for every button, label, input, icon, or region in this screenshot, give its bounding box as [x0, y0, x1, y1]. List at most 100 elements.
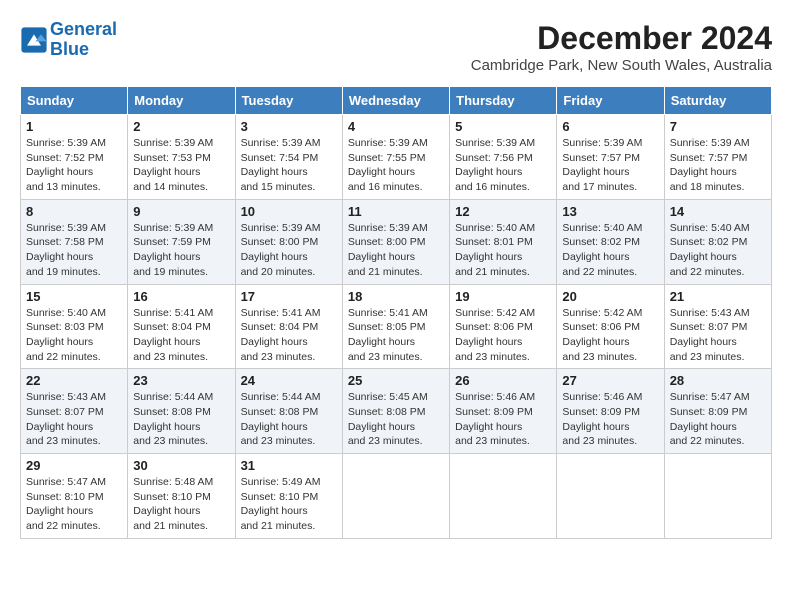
calendar-cell: 13 Sunrise: 5:40 AM Sunset: 8:02 PM Dayl… [557, 199, 664, 284]
day-number: 14 [670, 204, 766, 219]
calendar-cell: 20 Sunrise: 5:42 AM Sunset: 8:06 PM Dayl… [557, 284, 664, 369]
logo-line1: General [50, 19, 117, 39]
day-number: 27 [562, 373, 658, 388]
header-wednesday: Wednesday [342, 87, 449, 115]
top-bar: General Blue December 2024 Cambridge Par… [20, 20, 772, 78]
day-number: 12 [455, 204, 551, 219]
day-number: 2 [133, 119, 229, 134]
calendar-cell: 22 Sunrise: 5:43 AM Sunset: 8:07 PM Dayl… [21, 369, 128, 454]
header-monday: Monday [128, 87, 235, 115]
day-info: Sunrise: 5:47 AM Sunset: 8:10 PM Dayligh… [26, 475, 122, 534]
calendar-cell: 16 Sunrise: 5:41 AM Sunset: 8:04 PM Dayl… [128, 284, 235, 369]
calendar-cell: 19 Sunrise: 5:42 AM Sunset: 8:06 PM Dayl… [450, 284, 557, 369]
day-info: Sunrise: 5:45 AM Sunset: 8:08 PM Dayligh… [348, 390, 444, 449]
calendar-cell [450, 454, 557, 539]
calendar-cell: 2 Sunrise: 5:39 AM Sunset: 7:53 PM Dayli… [128, 115, 235, 200]
calendar-cell: 10 Sunrise: 5:39 AM Sunset: 8:00 PM Dayl… [235, 199, 342, 284]
day-number: 29 [26, 458, 122, 473]
day-info: Sunrise: 5:39 AM Sunset: 7:57 PM Dayligh… [562, 136, 658, 195]
calendar-cell: 18 Sunrise: 5:41 AM Sunset: 8:05 PM Dayl… [342, 284, 449, 369]
week-row-2: 8 Sunrise: 5:39 AM Sunset: 7:58 PM Dayli… [21, 199, 772, 284]
day-info: Sunrise: 5:46 AM Sunset: 8:09 PM Dayligh… [562, 390, 658, 449]
day-info: Sunrise: 5:39 AM Sunset: 7:54 PM Dayligh… [241, 136, 337, 195]
day-number: 11 [348, 204, 444, 219]
day-number: 24 [241, 373, 337, 388]
day-number: 25 [348, 373, 444, 388]
day-info: Sunrise: 5:39 AM Sunset: 7:53 PM Dayligh… [133, 136, 229, 195]
day-number: 28 [670, 373, 766, 388]
calendar-cell: 15 Sunrise: 5:40 AM Sunset: 8:03 PM Dayl… [21, 284, 128, 369]
logo-line2: Blue [50, 39, 89, 59]
calendar-cell: 11 Sunrise: 5:39 AM Sunset: 8:00 PM Dayl… [342, 199, 449, 284]
day-info: Sunrise: 5:46 AM Sunset: 8:09 PM Dayligh… [455, 390, 551, 449]
day-info: Sunrise: 5:39 AM Sunset: 7:58 PM Dayligh… [26, 221, 122, 280]
calendar-cell: 9 Sunrise: 5:39 AM Sunset: 7:59 PM Dayli… [128, 199, 235, 284]
week-row-1: 1 Sunrise: 5:39 AM Sunset: 7:52 PM Dayli… [21, 115, 772, 200]
calendar-cell: 5 Sunrise: 5:39 AM Sunset: 7:56 PM Dayli… [450, 115, 557, 200]
day-number: 18 [348, 289, 444, 304]
title-section: December 2024 Cambridge Park, New South … [471, 20, 772, 74]
day-number: 21 [670, 289, 766, 304]
header-friday: Friday [557, 87, 664, 115]
day-number: 5 [455, 119, 551, 134]
day-number: 23 [133, 373, 229, 388]
day-info: Sunrise: 5:43 AM Sunset: 8:07 PM Dayligh… [26, 390, 122, 449]
day-info: Sunrise: 5:39 AM Sunset: 7:52 PM Dayligh… [26, 136, 122, 195]
day-info: Sunrise: 5:41 AM Sunset: 8:04 PM Dayligh… [133, 306, 229, 365]
calendar-cell: 28 Sunrise: 5:47 AM Sunset: 8:09 PM Dayl… [664, 369, 771, 454]
calendar-cell [664, 454, 771, 539]
day-info: Sunrise: 5:39 AM Sunset: 7:59 PM Dayligh… [133, 221, 229, 280]
calendar-cell: 1 Sunrise: 5:39 AM Sunset: 7:52 PM Dayli… [21, 115, 128, 200]
logo: General Blue [20, 20, 117, 60]
day-number: 8 [26, 204, 122, 219]
day-number: 6 [562, 119, 658, 134]
day-number: 30 [133, 458, 229, 473]
day-info: Sunrise: 5:49 AM Sunset: 8:10 PM Dayligh… [241, 475, 337, 534]
day-number: 19 [455, 289, 551, 304]
day-number: 3 [241, 119, 337, 134]
day-info: Sunrise: 5:39 AM Sunset: 7:55 PM Dayligh… [348, 136, 444, 195]
calendar-table: Sunday Monday Tuesday Wednesday Thursday… [20, 86, 772, 539]
day-number: 9 [133, 204, 229, 219]
calendar-cell: 29 Sunrise: 5:47 AM Sunset: 8:10 PM Dayl… [21, 454, 128, 539]
day-info: Sunrise: 5:39 AM Sunset: 7:56 PM Dayligh… [455, 136, 551, 195]
day-info: Sunrise: 5:43 AM Sunset: 8:07 PM Dayligh… [670, 306, 766, 365]
day-number: 1 [26, 119, 122, 134]
calendar-cell [557, 454, 664, 539]
day-info: Sunrise: 5:41 AM Sunset: 8:05 PM Dayligh… [348, 306, 444, 365]
logo-icon [20, 26, 48, 54]
day-info: Sunrise: 5:40 AM Sunset: 8:02 PM Dayligh… [562, 221, 658, 280]
week-row-3: 15 Sunrise: 5:40 AM Sunset: 8:03 PM Dayl… [21, 284, 772, 369]
calendar-cell: 21 Sunrise: 5:43 AM Sunset: 8:07 PM Dayl… [664, 284, 771, 369]
day-number: 31 [241, 458, 337, 473]
day-info: Sunrise: 5:40 AM Sunset: 8:01 PM Dayligh… [455, 221, 551, 280]
calendar-cell: 12 Sunrise: 5:40 AM Sunset: 8:01 PM Dayl… [450, 199, 557, 284]
day-number: 17 [241, 289, 337, 304]
day-info: Sunrise: 5:39 AM Sunset: 7:57 PM Dayligh… [670, 136, 766, 195]
subtitle: Cambridge Park, New South Wales, Austral… [471, 57, 772, 74]
day-info: Sunrise: 5:42 AM Sunset: 8:06 PM Dayligh… [455, 306, 551, 365]
day-number: 20 [562, 289, 658, 304]
header-thursday: Thursday [450, 87, 557, 115]
day-info: Sunrise: 5:44 AM Sunset: 8:08 PM Dayligh… [241, 390, 337, 449]
day-number: 15 [26, 289, 122, 304]
day-number: 26 [455, 373, 551, 388]
calendar-cell: 8 Sunrise: 5:39 AM Sunset: 7:58 PM Dayli… [21, 199, 128, 284]
weekday-header-row: Sunday Monday Tuesday Wednesday Thursday… [21, 87, 772, 115]
calendar-cell: 3 Sunrise: 5:39 AM Sunset: 7:54 PM Dayli… [235, 115, 342, 200]
day-info: Sunrise: 5:40 AM Sunset: 8:02 PM Dayligh… [670, 221, 766, 280]
calendar-cell: 31 Sunrise: 5:49 AM Sunset: 8:10 PM Dayl… [235, 454, 342, 539]
header-sunday: Sunday [21, 87, 128, 115]
day-info: Sunrise: 5:44 AM Sunset: 8:08 PM Dayligh… [133, 390, 229, 449]
header-tuesday: Tuesday [235, 87, 342, 115]
day-number: 10 [241, 204, 337, 219]
day-number: 4 [348, 119, 444, 134]
day-number: 22 [26, 373, 122, 388]
calendar-cell: 4 Sunrise: 5:39 AM Sunset: 7:55 PM Dayli… [342, 115, 449, 200]
day-info: Sunrise: 5:48 AM Sunset: 8:10 PM Dayligh… [133, 475, 229, 534]
day-info: Sunrise: 5:40 AM Sunset: 8:03 PM Dayligh… [26, 306, 122, 365]
calendar-cell: 23 Sunrise: 5:44 AM Sunset: 8:08 PM Dayl… [128, 369, 235, 454]
day-info: Sunrise: 5:42 AM Sunset: 8:06 PM Dayligh… [562, 306, 658, 365]
calendar-cell: 27 Sunrise: 5:46 AM Sunset: 8:09 PM Dayl… [557, 369, 664, 454]
day-number: 16 [133, 289, 229, 304]
